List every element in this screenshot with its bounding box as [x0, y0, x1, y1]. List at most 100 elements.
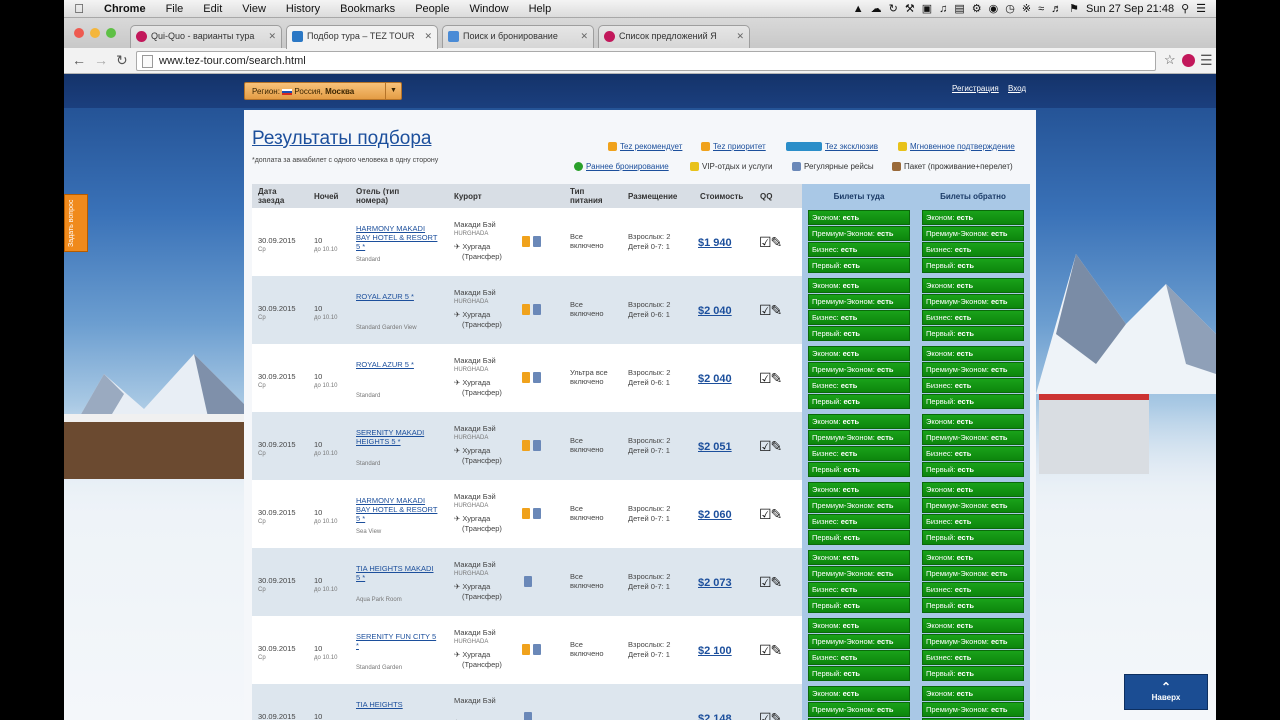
music-icon[interactable]: ♫: [939, 3, 947, 15]
ticket-back-0[interactable]: Эконом: есть: [922, 414, 1024, 429]
hotel-link[interactable]: ROYAL AZUR 5 *: [356, 292, 414, 301]
ticket-there-2[interactable]: Бизнес: есть: [808, 514, 910, 529]
menu-help[interactable]: Help: [519, 3, 562, 15]
menu-window[interactable]: Window: [459, 3, 518, 15]
ticket-back-0[interactable]: Эконом: есть: [922, 210, 1024, 225]
close-window-icon[interactable]: [74, 28, 84, 38]
ticket-there-0[interactable]: Эконом: есть: [808, 618, 910, 633]
ticket-back-2[interactable]: Бизнес: есть: [922, 242, 1024, 257]
menu-history[interactable]: History: [276, 3, 330, 15]
ticket-there-2[interactable]: Бизнес: есть: [808, 650, 910, 665]
spotlight-icon[interactable]: ⚲: [1181, 2, 1189, 15]
price-link[interactable]: $2 100: [698, 645, 732, 657]
menu-edit[interactable]: Edit: [193, 3, 232, 15]
hotel-link[interactable]: ROYAL AZUR 5 *: [356, 360, 414, 369]
ticket-back-1[interactable]: Премиум-Эконом: есть: [922, 294, 1024, 309]
flag-icon[interactable]: ⚑: [1069, 2, 1079, 15]
ticket-back-3[interactable]: Первый: есть: [922, 326, 1024, 341]
close-tab-icon[interactable]: ✕: [736, 31, 744, 42]
ticket-there-1[interactable]: Премиум-Эконом: есть: [808, 294, 910, 309]
qq-checkbox-icon[interactable]: ☑✎: [759, 506, 782, 523]
monitor-icon[interactable]: ▣: [922, 2, 932, 15]
qq-checkbox-icon[interactable]: ☑✎: [759, 438, 782, 455]
menu-hamburger-icon[interactable]: ☰: [1200, 52, 1213, 69]
price-link[interactable]: $2 060: [698, 509, 732, 521]
ticket-there-3[interactable]: Первый: есть: [808, 258, 910, 273]
hotel-link[interactable]: HARMONY MAKADI BAY HOTEL & RESORT 5 *: [356, 224, 437, 251]
ticket-back-0[interactable]: Эконом: есть: [922, 482, 1024, 497]
ticket-back-2[interactable]: Бизнес: есть: [922, 514, 1024, 529]
reload-icon[interactable]: ↻: [116, 52, 128, 69]
ticket-back-1[interactable]: Премиум-Эконом: есть: [922, 430, 1024, 445]
alert-icon[interactable]: ▲: [853, 3, 864, 15]
price-link[interactable]: $2 040: [698, 373, 732, 385]
ticket-back-2[interactable]: Бизнес: есть: [922, 310, 1024, 325]
price-link[interactable]: $1 940: [698, 237, 732, 249]
zoom-window-icon[interactable]: [106, 28, 116, 38]
ticket-back-3[interactable]: Первый: есть: [922, 530, 1024, 545]
hotel-link[interactable]: SERENITY FUN CITY 5 *: [356, 632, 436, 650]
forward-arrow-icon[interactable]: →: [94, 52, 108, 68]
ticket-back-0[interactable]: Эконом: есть: [922, 550, 1024, 565]
legend-tez-priority[interactable]: Tez приоритет: [701, 142, 766, 152]
ticket-there-3[interactable]: Первый: есть: [808, 462, 910, 477]
ticket-there-3[interactable]: Первый: есть: [808, 666, 910, 681]
ticket-back-2[interactable]: Бизнес: есть: [922, 378, 1024, 393]
hotel-link[interactable]: HARMONY MAKADI BAY HOTEL & RESORT 5 *: [356, 496, 437, 523]
qq-checkbox-icon[interactable]: ☑✎: [759, 302, 782, 319]
ticket-back-2[interactable]: Бизнес: есть: [922, 582, 1024, 597]
menu-bookmarks[interactable]: Bookmarks: [330, 3, 405, 15]
close-tab-icon[interactable]: ✕: [268, 31, 276, 42]
tab-search-booking[interactable]: Поиск и бронирование ✕: [442, 25, 594, 48]
ticket-there-0[interactable]: Эконом: есть: [808, 482, 910, 497]
clock-text[interactable]: Sun 27 Sep 21:48: [1086, 3, 1174, 15]
ticket-back-3[interactable]: Первый: есть: [922, 462, 1024, 477]
price-link[interactable]: $2 040: [698, 305, 732, 317]
tab-tez-tour[interactable]: Подбор тура – TEZ TOUR ✕: [286, 25, 438, 49]
menu-people[interactable]: People: [405, 3, 459, 15]
ticket-back-0[interactable]: Эконом: есть: [922, 686, 1024, 701]
tools-icon[interactable]: ⚒: [905, 2, 915, 15]
ticket-back-0[interactable]: Эконом: есть: [922, 346, 1024, 361]
legend-tez-recommends[interactable]: Tez рекомендует: [608, 142, 682, 152]
list-icon[interactable]: ☰: [1196, 2, 1206, 15]
ticket-there-2[interactable]: Бизнес: есть: [808, 310, 910, 325]
sync-icon[interactable]: ↻: [889, 2, 898, 15]
ticket-there-1[interactable]: Премиум-Эконом: есть: [808, 702, 910, 717]
qq-checkbox-icon[interactable]: ☑✎: [759, 642, 782, 659]
ticket-back-1[interactable]: Премиум-Эконом: есть: [922, 634, 1024, 649]
settings-icon[interactable]: ⚙: [972, 2, 982, 15]
ticket-there-3[interactable]: Первый: есть: [808, 394, 910, 409]
legend-instant-confirmation[interactable]: Мгновенное подтверждение: [898, 142, 1015, 152]
ticket-back-3[interactable]: Первый: есть: [922, 394, 1024, 409]
ticket-back-1[interactable]: Премиум-Эконом: есть: [922, 702, 1024, 717]
ticket-there-0[interactable]: Эконом: есть: [808, 346, 910, 361]
ticket-there-2[interactable]: Бизнес: есть: [808, 242, 910, 257]
ticket-there-2[interactable]: Бизнес: есть: [808, 582, 910, 597]
ticket-back-1[interactable]: Премиум-Эконом: есть: [922, 566, 1024, 581]
ticket-there-3[interactable]: Первый: есть: [808, 326, 910, 341]
ticket-there-1[interactable]: Премиум-Эконом: есть: [808, 566, 910, 581]
ticket-there-0[interactable]: Эконом: есть: [808, 414, 910, 429]
chevron-down-icon[interactable]: ▼: [385, 83, 401, 99]
tab-offers-list[interactable]: Список предложений Я ✕: [598, 25, 750, 48]
ticket-there-3[interactable]: Первый: есть: [808, 530, 910, 545]
login-link[interactable]: Вход: [1008, 84, 1026, 93]
price-link[interactable]: $2 051: [698, 441, 732, 453]
ticket-back-1[interactable]: Премиум-Эконом: есть: [922, 226, 1024, 241]
ticket-back-1[interactable]: Премиум-Эконом: есть: [922, 362, 1024, 377]
ticket-back-3[interactable]: Первый: есть: [922, 598, 1024, 613]
back-arrow-icon[interactable]: ←: [72, 52, 86, 68]
hotel-link[interactable]: SERENITY MAKADI HEIGHTS 5 *: [356, 428, 424, 446]
ticket-back-3[interactable]: Первый: есть: [922, 258, 1024, 273]
ticket-there-2[interactable]: Бизнес: есть: [808, 378, 910, 393]
cloud-icon[interactable]: ☁: [871, 2, 882, 15]
hotel-link[interactable]: TIA HEIGHTS: [356, 700, 403, 709]
wifi-icon[interactable]: ≈: [1038, 3, 1044, 15]
bookmark-star-icon[interactable]: ☆: [1164, 52, 1176, 68]
ask-question-widget[interactable]: Задать вопрос: [64, 194, 88, 252]
ticket-back-2[interactable]: Бизнес: есть: [922, 446, 1024, 461]
price-link[interactable]: $2 073: [698, 577, 732, 589]
volume-icon[interactable]: ♬: [1051, 3, 1062, 15]
ticket-there-1[interactable]: Премиум-Эконом: есть: [808, 226, 910, 241]
